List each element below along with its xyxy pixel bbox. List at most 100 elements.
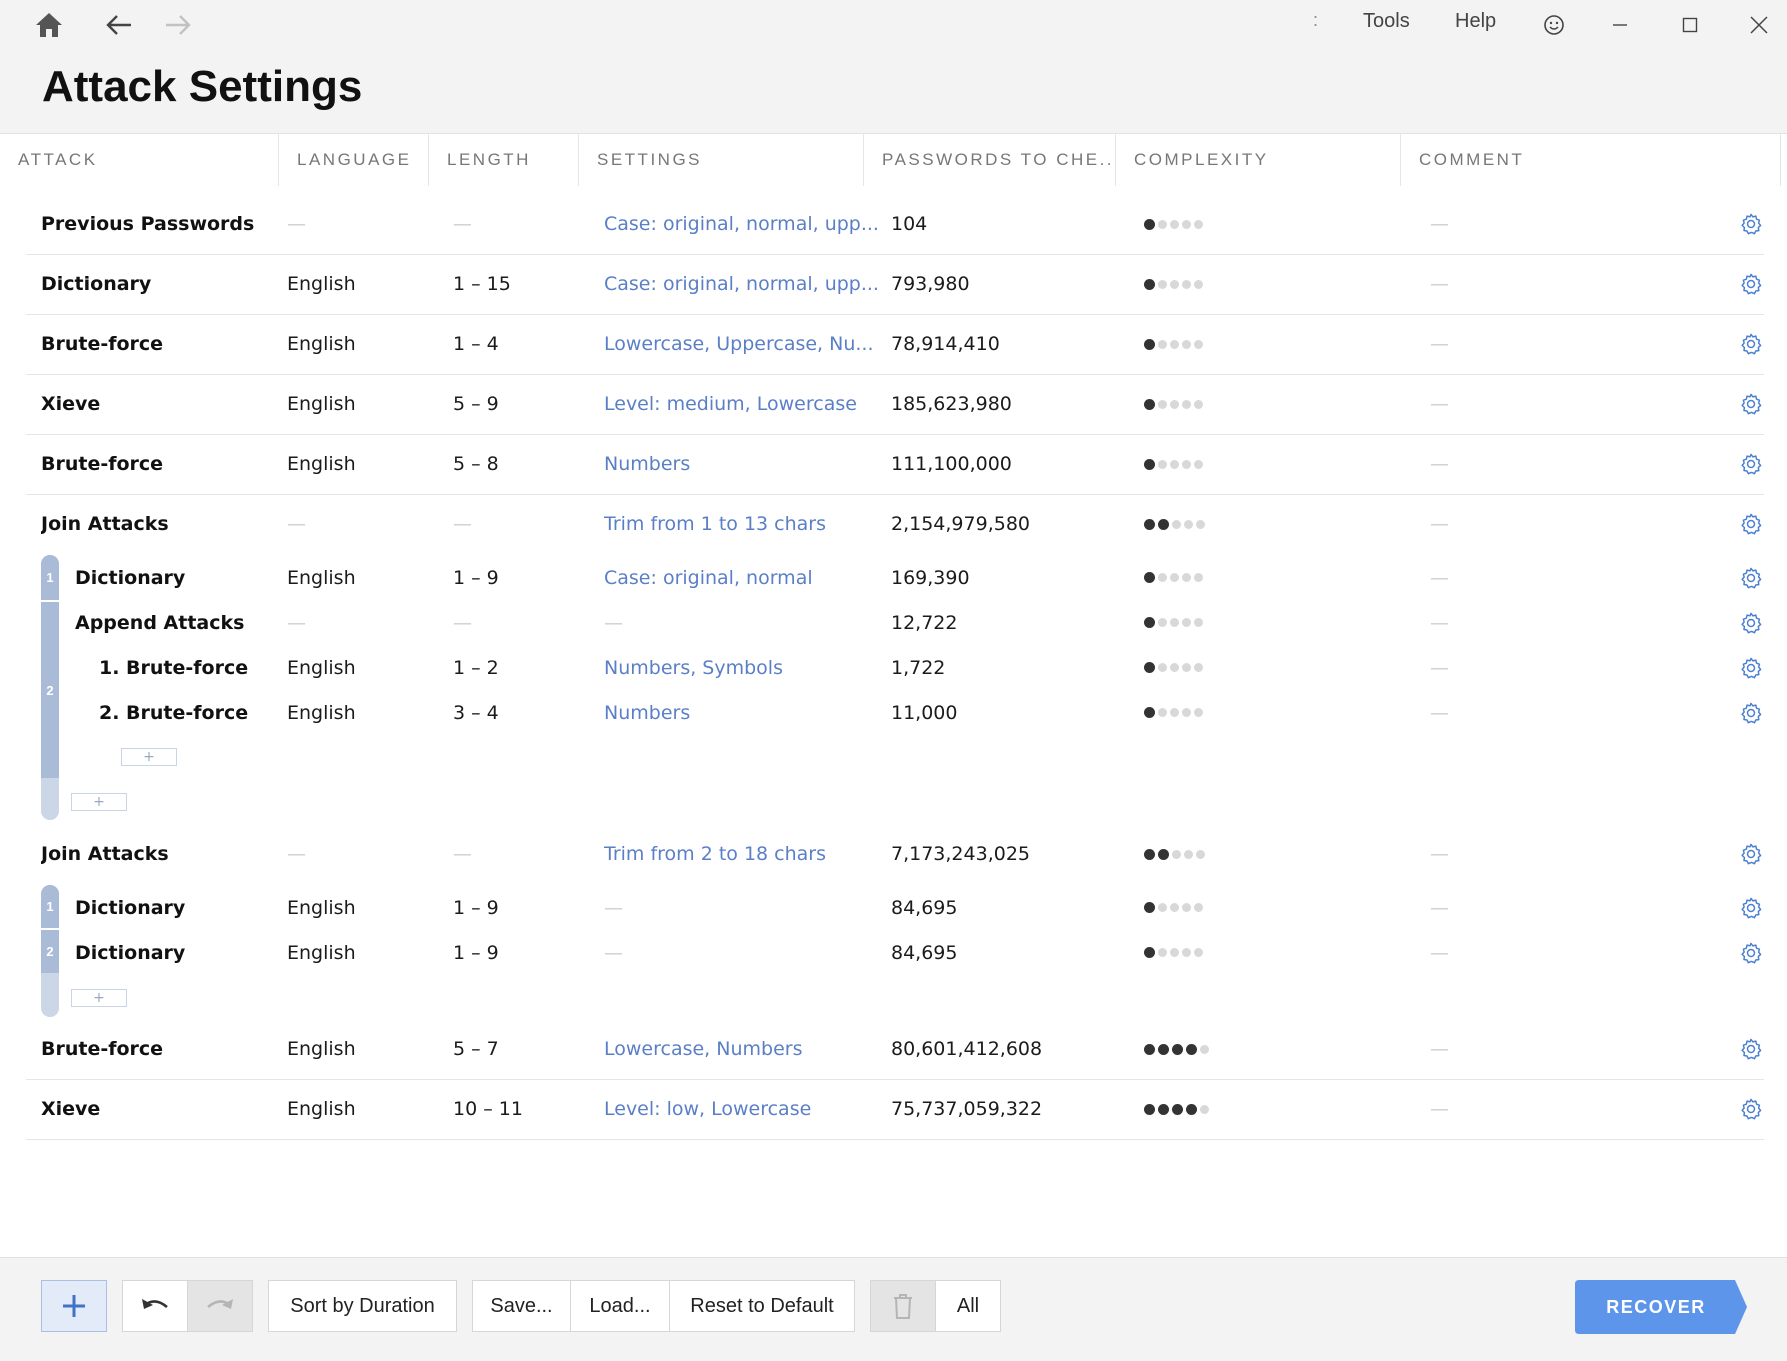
complexity-dot — [1144, 572, 1155, 583]
reset-to-default-button[interactable]: Reset to Default — [669, 1280, 855, 1332]
gear-icon[interactable] — [1740, 494, 1762, 554]
delete-button[interactable] — [870, 1280, 936, 1332]
column-header-attack[interactable]: ATTACK — [0, 134, 279, 186]
save-button[interactable]: Save... — [472, 1280, 571, 1332]
attack-language: English — [287, 273, 356, 295]
complexity-dot — [1158, 459, 1167, 469]
join-group-1-bar: 1 2 — [41, 555, 59, 820]
attack-row[interactable]: 2. Brute-force English 3 – 4 Numbers 11,000 — — [26, 690, 1764, 735]
column-header-length[interactable]: LENGTH — [429, 134, 579, 186]
join-segment-2[interactable]: 2 — [41, 602, 59, 778]
attack-settings[interactable]: Case: original, normal, upp... — [604, 254, 879, 314]
attack-settings[interactable]: Numbers — [604, 434, 690, 494]
column-header-comment[interactable]: COMMENT — [1401, 134, 1781, 186]
feedback-smiley-icon[interactable] — [1532, 6, 1576, 44]
back-arrow-icon[interactable] — [97, 6, 141, 44]
attack-row[interactable]: Dictionary English 1 – 9 — 84,695 — — [26, 885, 1764, 930]
recover-button[interactable]: RECOVER — [1575, 1280, 1747, 1334]
home-icon[interactable] — [27, 6, 71, 44]
sort-by-duration-button[interactable]: Sort by Duration — [268, 1280, 457, 1332]
attack-comment: — — [1430, 333, 1449, 355]
attack-settings[interactable]: Numbers, Symbols — [604, 645, 783, 690]
attack-row[interactable]: Xieve English 10 – 11 Level: low, Lowercase… — [26, 1079, 1764, 1140]
close-icon[interactable] — [1728, 0, 1787, 50]
attacks-table: ATTACK LANGUAGE LENGTH SETTINGS PASSWORD… — [0, 133, 1787, 1258]
gear-icon[interactable] — [1740, 1019, 1762, 1079]
gear-icon[interactable] — [1740, 434, 1762, 494]
attack-row[interactable]: Dictionary English 1 – 15 Case: original, n… — [26, 254, 1764, 315]
attack-language: — — [287, 611, 306, 634]
attack-row[interactable]: Dictionary English 1 – 9 Case: original, no… — [26, 555, 1764, 600]
complexity-dot — [1194, 618, 1203, 627]
attack-language: English — [287, 393, 356, 415]
complexity-dot — [1158, 219, 1167, 229]
forward-arrow-icon[interactable] — [156, 6, 200, 44]
complexity-dot — [1194, 903, 1203, 912]
column-header-complexity[interactable]: COMPLEXITY — [1116, 134, 1401, 186]
attack-settings[interactable]: Level: low, Lowercase — [604, 1079, 811, 1139]
add-append-item-button[interactable]: + — [121, 748, 177, 766]
attack-settings[interactable]: Case: original, normal, upp... — [604, 194, 879, 254]
complexity-dot — [1172, 1103, 1183, 1115]
complexity-dot — [1194, 573, 1203, 582]
attack-row[interactable]: Join Attacks — — Trim from 1 to 13 chars 2,1… — [26, 494, 1764, 554]
gear-icon[interactable] — [1740, 194, 1762, 254]
attack-row[interactable]: Xieve English 5 – 9 Level: medium, Lowercas… — [26, 374, 1764, 435]
attack-settings[interactable]: Case: original, normal — [604, 555, 813, 600]
gear-icon[interactable] — [1740, 930, 1762, 975]
column-header-language[interactable]: LANGUAGE — [279, 134, 429, 186]
attack-settings[interactable]: Lowercase, Numbers — [604, 1019, 802, 1079]
gear-icon[interactable] — [1740, 824, 1762, 884]
attack-settings[interactable]: Trim from 1 to 13 chars — [604, 494, 826, 554]
maximize-icon[interactable] — [1659, 0, 1721, 50]
gear-icon[interactable] — [1740, 254, 1762, 314]
complexity-dot — [1172, 1043, 1183, 1055]
gear-icon[interactable] — [1740, 555, 1762, 600]
attack-settings[interactable]: Trim from 2 to 18 chars — [604, 824, 826, 884]
attack-row[interactable]: Append Attacks — — — 12,722 — — [26, 600, 1764, 645]
complexity-dot — [1194, 663, 1203, 672]
attack-settings[interactable]: Lowercase, Uppercase, Nu... — [604, 314, 874, 374]
attack-row[interactable]: Dictionary English 1 – 9 — 84,695 — — [26, 930, 1764, 975]
gear-icon[interactable] — [1740, 600, 1762, 645]
attack-row[interactable]: Previous Passwords — — Case: original, norm… — [26, 194, 1764, 255]
attack-settings[interactable]: Level: medium, Lowercase — [604, 374, 857, 434]
menu-tools[interactable]: Tools — [1363, 10, 1410, 33]
column-header-passwords[interactable]: PASSWORDS TO CHE... — [864, 134, 1116, 186]
select-all-button[interactable]: All — [935, 1280, 1001, 1332]
complexity-dot — [1172, 519, 1181, 529]
gear-icon[interactable] — [1740, 1079, 1762, 1139]
join-segment-1[interactable]: 1 — [41, 555, 59, 600]
gear-icon[interactable] — [1740, 314, 1762, 374]
complexity-dot — [1200, 1104, 1209, 1114]
menu-help[interactable]: Help — [1455, 10, 1496, 33]
join-segment-1[interactable]: 1 — [41, 885, 59, 928]
gear-icon[interactable] — [1740, 690, 1762, 735]
attack-name: Join Attacks — [41, 843, 169, 865]
add-join-item-button[interactable]: + — [71, 793, 127, 811]
complexity-dot — [1144, 947, 1155, 958]
complexity-indicator — [1144, 600, 1203, 645]
attack-settings[interactable]: Numbers — [604, 690, 690, 735]
attack-row[interactable]: Brute-force English 1 – 4 Lowercase, Upperc… — [26, 314, 1764, 375]
join-group-2-bar: 1 2 — [41, 885, 59, 1017]
attack-row[interactable]: Brute-force English 5 – 7 Lowercase, Number… — [26, 1019, 1764, 1080]
undo-button[interactable] — [122, 1280, 188, 1332]
column-header-settings[interactable]: SETTINGS — [579, 134, 864, 186]
complexity-dot — [1170, 948, 1179, 957]
minimize-icon[interactable] — [1589, 0, 1651, 50]
attack-row[interactable]: Brute-force English 5 – 8 Numbers 111,100,00… — [26, 434, 1764, 495]
gear-icon[interactable] — [1740, 374, 1762, 434]
complexity-dot — [1170, 573, 1179, 582]
add-attack-button[interactable] — [41, 1280, 107, 1332]
attack-row[interactable]: Join Attacks — — Trim from 2 to 18 chars 7,1… — [26, 824, 1764, 884]
complexity-dot — [1144, 902, 1155, 913]
gear-icon[interactable] — [1740, 885, 1762, 930]
gear-icon[interactable] — [1740, 645, 1762, 690]
load-button[interactable]: Load... — [570, 1280, 670, 1332]
complexity-dot — [1170, 459, 1179, 469]
add-join-item-button[interactable]: + — [71, 989, 127, 1007]
attack-row[interactable]: 1. Brute-force English 1 – 2 Numbers, Symbo… — [26, 645, 1764, 690]
join-segment-2[interactable]: 2 — [41, 930, 59, 973]
redo-button[interactable] — [187, 1280, 253, 1332]
